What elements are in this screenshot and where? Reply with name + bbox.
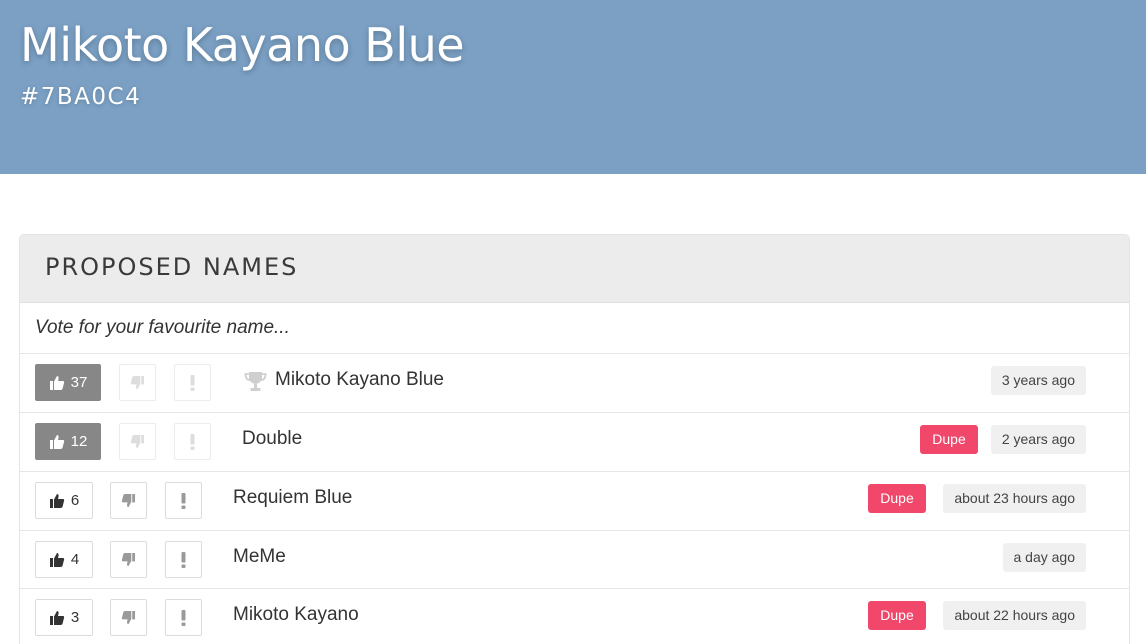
thumbs-down-icon <box>121 493 136 507</box>
proposal-time: 2 years ago <box>990 425 1086 454</box>
thumbs-down-icon <box>130 375 145 389</box>
proposal-row: 12 Double Dupe 2 years ago <box>20 412 1129 471</box>
proposed-names-panel: PROPOSED NAMES Vote for your favourite n… <box>19 234 1130 644</box>
exclamation-icon <box>181 551 186 568</box>
panel-title: PROPOSED NAMES <box>45 253 299 281</box>
color-name-title: Mikoto Kayano Blue <box>20 18 465 72</box>
upvote-button[interactable]: 4 <box>35 541 93 578</box>
thumbs-up-icon <box>49 494 64 508</box>
thumbs-down-icon <box>121 610 136 624</box>
exclamation-icon <box>190 433 195 450</box>
report-button[interactable] <box>165 482 202 519</box>
upvote-button[interactable]: 37 <box>35 364 101 401</box>
dupe-badge: Dupe <box>920 425 978 454</box>
vote-count: 3 <box>70 609 80 626</box>
thumbs-up-icon <box>49 376 64 390</box>
downvote-button[interactable] <box>119 423 156 460</box>
vote-count: 6 <box>70 492 80 509</box>
report-button[interactable] <box>165 541 202 578</box>
proposal-row: 6 Requiem Blue Dupe about 23 hours ago <box>20 471 1129 530</box>
downvote-button[interactable] <box>110 599 147 636</box>
proposal-name: MeMe <box>233 546 286 567</box>
thumbs-up-icon <box>49 611 64 625</box>
color-header: Mikoto Kayano Blue #7BA0C4 <box>0 0 1146 174</box>
vote-count: 4 <box>70 551 80 568</box>
downvote-button[interactable] <box>110 482 147 519</box>
thumbs-up-icon <box>49 553 64 567</box>
vote-count: 12 <box>70 433 88 450</box>
upvote-button[interactable]: 3 <box>35 599 93 636</box>
upvote-button[interactable]: 12 <box>35 423 101 460</box>
report-button[interactable] <box>174 364 211 401</box>
proposal-row: 37 Mikoto Kayano Blue 3 years ago <box>20 353 1129 412</box>
proposal-name: Mikoto Kayano Blue <box>275 369 444 390</box>
proposal-time: a day ago <box>1002 543 1086 572</box>
dupe-badge: Dupe <box>868 601 926 630</box>
proposal-name: Requiem Blue <box>233 487 353 508</box>
color-hex-code: #7BA0C4 <box>20 84 142 110</box>
proposal-row: 3 Mikoto Kayano Dupe about 22 hours ago <box>20 588 1129 644</box>
thumbs-down-icon <box>130 434 145 448</box>
exclamation-icon <box>190 374 195 391</box>
trophy-icon <box>244 372 267 391</box>
dupe-badge: Dupe <box>868 484 926 513</box>
proposal-row: 4 MeMe a day ago <box>20 530 1129 589</box>
proposal-name: Double <box>242 428 303 449</box>
proposal-time: 3 years ago <box>990 366 1086 395</box>
downvote-button[interactable] <box>110 541 147 578</box>
panel-subtitle: Vote for your favourite name... <box>35 317 290 338</box>
report-button[interactable] <box>165 599 202 636</box>
downvote-button[interactable] <box>119 364 156 401</box>
report-button[interactable] <box>174 423 211 460</box>
thumbs-up-icon <box>49 435 64 449</box>
panel-header: PROPOSED NAMES <box>20 235 1129 303</box>
proposal-time: about 22 hours ago <box>943 601 1086 630</box>
vote-count: 37 <box>70 374 88 391</box>
exclamation-icon <box>181 609 186 626</box>
exclamation-icon <box>181 492 186 509</box>
proposal-name: Mikoto Kayano <box>233 604 359 625</box>
upvote-button[interactable]: 6 <box>35 482 93 519</box>
proposal-time: about 23 hours ago <box>943 484 1086 513</box>
thumbs-down-icon <box>121 552 136 566</box>
